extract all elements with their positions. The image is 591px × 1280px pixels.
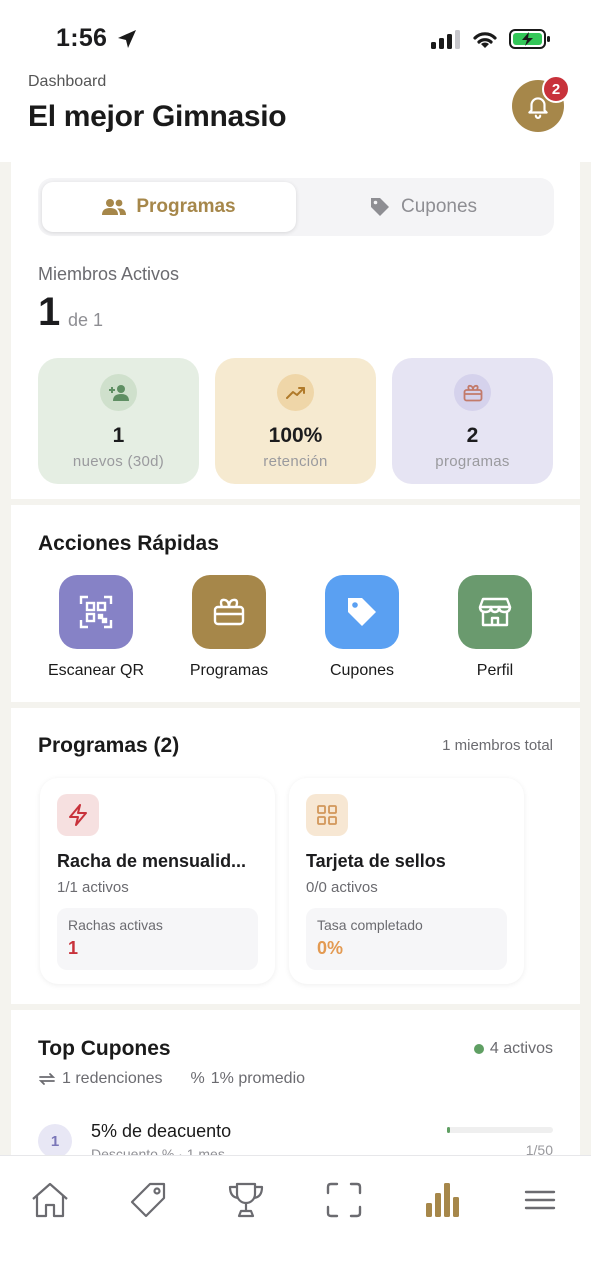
tab-cupones-label: Cupones [400,196,478,217]
program-metric: Rachas activas 1 [57,908,258,970]
tab-bar [0,1155,591,1280]
program-name: Racha de mensualid... [57,851,247,871]
segmented-control: Programas Cupones [38,178,554,236]
cellular-signal-icon [431,30,460,49]
quick-actions-title: Acciones Rápidas [38,532,219,555]
programs-total: 1 miembros total [442,737,553,754]
person-add-icon [100,374,137,411]
coupon-detail: Descuento % · 1 mes [91,1146,225,1155]
bar-chart-icon [426,1183,459,1217]
action-perfil[interactable]: Perfil [440,575,550,680]
programs-card: Programas (2) 1 miembros total Racha de … [11,708,580,1004]
stat-card-retention: 100% retención [215,358,376,484]
program-active-count: 1/1 activos [57,879,129,896]
stat-card-new: 1 nuevos (30d) [38,358,199,484]
scan-frame-icon [326,1182,362,1218]
coupons-redemptions: 1 redenciones [62,1070,163,1087]
tab-home[interactable] [28,1178,72,1222]
top-coupons-title: Top Cupones [38,1037,171,1060]
stat-new-value: 1 [112,424,125,447]
action-cupones-label: Cupones [329,662,395,679]
program-name: Tarjeta de sellos [306,851,446,871]
action-perfil-label: Perfil [476,662,514,679]
breadcrumb: Dashboard [28,73,107,90]
program-card[interactable]: Tarjeta de sellos 0/0 activos Tasa compl… [289,778,524,984]
stat-retention-label: retención [263,453,328,470]
qr-scan-icon [59,575,133,649]
stat-retention-value: 100% [268,424,323,447]
tab-programas-label: Programas [136,196,236,217]
wifi-icon [473,32,497,48]
app-header: Dashboard El mejor Gimnasio 2 [0,70,591,162]
stat-new-label: nuevos (30d) [72,453,165,470]
overview-card: Programas Cupones Miembros Activos 1 de … [11,162,580,499]
active-members-total: de 1 [68,310,104,330]
action-cupones[interactable]: Cupones [307,575,417,680]
program-metric-label: Rachas activas [68,917,163,933]
tab-analytics[interactable] [420,1178,464,1222]
tab-menu[interactable] [518,1178,562,1222]
notification-badge: 2 [542,75,570,103]
program-metric-value: 0% [317,938,344,958]
program-metric-value: 1 [68,938,79,958]
tag-icon [130,1182,166,1218]
action-scan-qr[interactable]: Escanear QR [41,575,151,680]
coupons-average: 1% promedio [210,1070,306,1087]
active-members-label: Miembros Activos [38,264,180,284]
coupon-row[interactable]: 1 5% de deacuento Descuento % · 1 mes 1/… [11,1120,580,1155]
tag-icon [325,575,399,649]
stat-card-programs: 2 programas [392,358,553,484]
quick-actions-card: Acciones Rápidas Escanear QR Programas C… [11,505,580,702]
coupon-name: 5% de deacuento [91,1121,232,1141]
status-time: 1:56 [56,24,108,52]
location-arrow-icon [118,30,136,48]
tab-cupones[interactable]: Cupones [296,182,550,232]
action-programas[interactable]: Programas [174,575,284,680]
programs-title: Programas (2) [38,734,180,757]
repeat-icon [38,1073,56,1085]
program-metric-label: Tasa completado [317,917,423,933]
trophy-icon [228,1182,264,1218]
trending-up-icon [277,374,314,411]
coupon-rank: 1 [38,1124,72,1155]
coupon-count: 1/50 [525,1142,553,1155]
tab-scan[interactable] [322,1178,366,1222]
percent-icon: % [190,1070,205,1087]
tag-icon [370,198,389,216]
coupons-active: 4 activos [473,1040,553,1058]
program-active-count: 0/0 activos [306,879,378,896]
gift-icon [192,575,266,649]
people-icon [102,199,127,215]
battery-charging-icon [509,29,550,49]
action-programas-label: Programas [189,662,269,679]
top-coupons-card: Top Cupones 4 activos 1 redenciones % 1%… [11,1010,580,1155]
status-bar: 1:56 [0,0,591,70]
program-card[interactable]: Racha de mensualid... 1/1 activos Rachas… [40,778,275,984]
menu-icon [524,1190,556,1210]
tab-programas[interactable]: Programas [42,182,296,232]
home-icon [32,1182,68,1218]
program-metric: Tasa completado 0% [306,908,507,970]
coupons-active-label: 4 activos [489,1040,553,1057]
stat-programs-value: 2 [466,424,479,447]
stat-programs-label: programas [435,453,510,470]
active-members-value: 1 [38,290,61,334]
coupon-progress-track [447,1127,553,1133]
active-dot-icon [473,1044,484,1054]
gift-icon [454,374,491,411]
tab-trophy[interactable] [224,1178,268,1222]
page-title: El mejor Gimnasio [28,100,287,133]
coupon-progress-fill [447,1127,450,1133]
store-icon [458,575,532,649]
grid-icon [306,794,348,836]
lightning-icon [57,794,99,836]
coupons-summary: 1 redenciones % 1% promedio [38,1070,305,1088]
action-scan-qr-label: Escanear QR [47,662,145,679]
tab-coupons[interactable] [126,1178,170,1222]
